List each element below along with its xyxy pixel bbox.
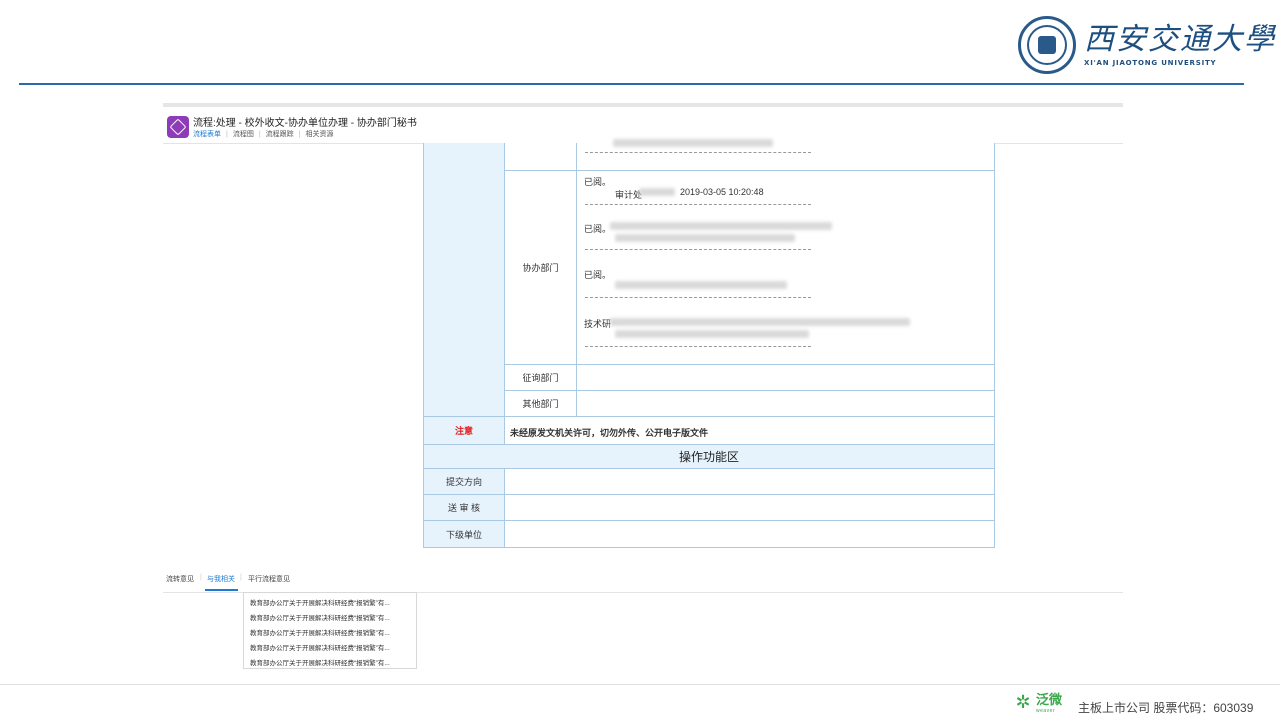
send-review-field[interactable]	[505, 495, 994, 521]
notice-value: 未经原发文机关许可，切勿外传、公开电子版文件	[505, 417, 994, 445]
opinion-text: 已阅。	[584, 270, 612, 280]
consult-dept-value	[577, 365, 994, 391]
workflow-form: 协办部门 已阅。 审计处 2019-03-05 10:20:48 已阅。 已阅。…	[423, 139, 995, 548]
logo-english-name: XI'AN JIAOTONG UNIVERSITY	[1084, 59, 1217, 67]
tab-related-to-me[interactable]: 与我相关	[207, 574, 235, 584]
other-dept-value	[577, 391, 994, 417]
other-dept-label: 其他部门	[505, 391, 577, 417]
related-list: 教育部办公厅关于开展解决科研经费“报销繁”有... 教育部办公厅关于开展解决科研…	[243, 592, 417, 669]
weaver-brand: 泛微	[1036, 692, 1063, 707]
submit-direction-field[interactable]	[505, 469, 994, 495]
opinion-text: 已阅。	[584, 177, 612, 187]
send-review-label: 送 审 核	[424, 495, 505, 521]
notice-label: 注意	[424, 417, 505, 445]
list-item[interactable]: 教育部办公厅关于开展解决科研经费“报销繁”有...	[250, 642, 412, 652]
tab-flow-trace[interactable]: 流程跟踪	[266, 129, 294, 139]
window-top-strip	[163, 103, 1123, 107]
logo-chinese-name: 西安交通大學	[1084, 22, 1276, 57]
ops-section-header: 操作功能区	[424, 445, 994, 469]
consult-dept-label: 征询部门	[505, 365, 577, 391]
assist-dept-label: 协办部门	[505, 171, 577, 365]
opinion-time: 2019-03-05 10:20:48	[680, 187, 764, 197]
header-divider	[19, 83, 1244, 85]
list-item[interactable]: 教育部办公厅关于开展解决科研经费“报销繁”有...	[250, 657, 412, 667]
tab-flow-form[interactable]: 流程表单	[193, 129, 221, 139]
workflow-app-icon	[167, 116, 189, 138]
tab-related-resources[interactable]: 相关资源	[305, 129, 333, 139]
notice-text: 未经原发文机关许可，切勿外传、公开电子版文件	[510, 428, 709, 438]
prev-row-value	[577, 139, 994, 171]
sub-unit-label: 下级单位	[424, 521, 505, 548]
footer-divider	[0, 684, 1280, 685]
sub-unit-field[interactable]	[505, 521, 994, 548]
opinion-section-label	[424, 143, 505, 417]
workflow-title: 流程:处理 - 校外收文-协办单位办理 - 协办部门秘书	[193, 118, 417, 129]
prev-row-label	[505, 143, 577, 171]
opinion-text: 技术研	[584, 319, 612, 329]
university-seal-icon	[1018, 16, 1076, 74]
list-item[interactable]: 教育部办公厅关于开展解决科研经费“报销繁”有...	[250, 612, 412, 622]
bottom-tabs: 流转意见 | 与我相关 | 平行流程意见	[163, 570, 1123, 593]
submit-direction-label: 提交方向	[424, 469, 505, 495]
workflow-tabs: 流程表单 | 流程图 | 流程跟踪 | 相关资源	[193, 129, 334, 139]
tab-parallel-opinions[interactable]: 平行流程意见	[248, 574, 290, 584]
weaver-logo-icon: ✲	[1015, 692, 1031, 712]
opinion-signer: 审计处	[615, 190, 643, 200]
tab-flow-chart[interactable]: 流程图	[233, 129, 254, 139]
tab-flow-opinions[interactable]: 流转意见	[166, 574, 194, 584]
opinion-text: 已阅。	[584, 224, 612, 234]
assist-dept-opinions: 已阅。 审计处 2019-03-05 10:20:48 已阅。 已阅。 技术研	[577, 171, 994, 365]
list-item[interactable]: 教育部办公厅关于开展解决科研经费“报销繁”有...	[250, 597, 412, 607]
list-item[interactable]: 教育部办公厅关于开展解决科研经费“报销繁”有...	[250, 627, 412, 637]
active-tab-underline	[205, 589, 238, 591]
university-logo: 西安交通大學 XI'AN JIAOTONG UNIVERSITY	[1018, 16, 1276, 74]
footer-stock-info: 主板上市公司 股票代码：603039	[1078, 701, 1254, 715]
weaver-brand-en: weaver	[1036, 708, 1056, 714]
